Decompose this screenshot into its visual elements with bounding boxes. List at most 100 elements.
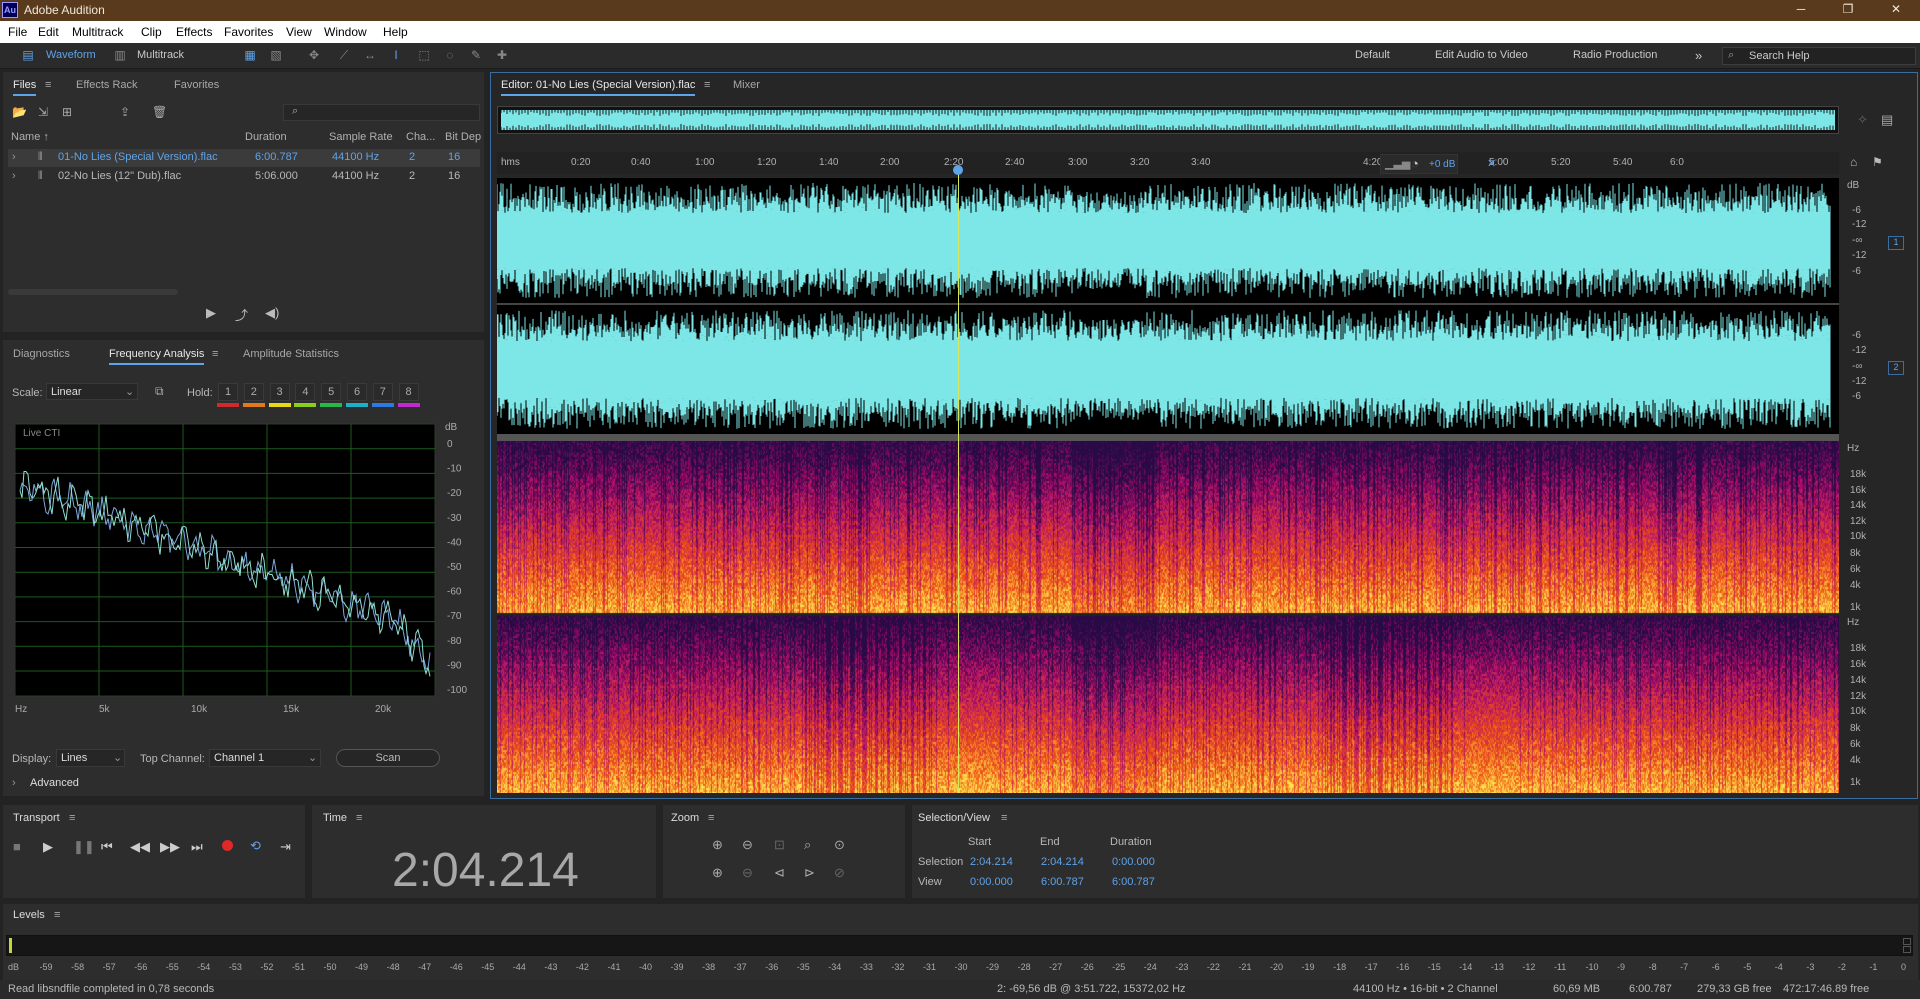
top-channel-select[interactable]: Channel 1 ⌄ — [209, 749, 321, 767]
waveform-button[interactable]: Waveform — [46, 47, 96, 64]
selection-duration[interactable]: 0:00.000 — [1112, 856, 1155, 868]
menu-file[interactable]: File — [8, 25, 27, 39]
zoom-in-frequency-icon[interactable]: ⊕ — [712, 865, 723, 881]
editor-menu-icon[interactable]: ≡ — [704, 79, 710, 91]
view-end[interactable]: 6:00.787 — [1041, 876, 1084, 888]
hud-gain[interactable]: ▁▃▅ ◔ +0 dB — [1380, 154, 1458, 174]
hold-button-4[interactable]: 4 — [295, 383, 316, 401]
channel-1-badge[interactable]: 1 — [1888, 236, 1904, 250]
selection-end[interactable]: 2:04.214 — [1041, 856, 1084, 868]
overview-bar[interactable] — [497, 106, 1839, 134]
menu-multitrack[interactable]: Multitrack — [72, 25, 123, 39]
tab-diagnostics[interactable]: Diagnostics — [13, 348, 70, 360]
workspace-radio-production[interactable]: Radio Production — [1573, 47, 1657, 64]
spectral-pitch-icon[interactable]: ▧ — [268, 48, 284, 62]
slip-tool-icon[interactable]: ↔ — [362, 48, 378, 62]
zoom-menu-icon[interactable]: ≡ — [708, 812, 714, 824]
rewind-icon[interactable]: ◀◀ — [130, 839, 150, 855]
play-preview-icon[interactable]: ▶ — [206, 305, 216, 321]
view-duration[interactable]: 6:00.787 — [1112, 876, 1155, 888]
spectral-display[interactable] — [497, 441, 1839, 793]
display-select[interactable]: Lines ⌄ — [56, 749, 125, 767]
loop-preview-icon[interactable]: ⤴ — [235, 305, 248, 324]
spot-healing-tool-icon[interactable]: ✚ — [494, 48, 510, 62]
tab-frequency-analysis[interactable]: Frequency Analysis — [109, 348, 205, 365]
zoom-reset-time-icon[interactable]: ⊙ — [834, 837, 845, 853]
menu-clip[interactable]: Clip — [141, 25, 162, 39]
search-help-field[interactable]: ⌕ Search Help — [1722, 47, 1916, 65]
more-workspaces-button[interactable]: » — [1695, 47, 1702, 64]
new-file-icon[interactable]: ⊞ — [62, 105, 72, 119]
hold-button-5[interactable]: 5 — [321, 383, 342, 401]
insert-into-multitrack-icon[interactable]: ⇪ — [120, 105, 130, 119]
spectral-divider[interactable] — [497, 434, 1839, 441]
time-selection-tool-icon[interactable]: I — [388, 48, 404, 62]
current-time-display[interactable]: 2:04.214 — [392, 843, 579, 898]
file-row[interactable]: › ⫴ 01-No Lies (Special Version).flac 6:… — [8, 149, 480, 167]
tab-favorites[interactable]: Favorites — [174, 79, 219, 91]
copy-graph-icon[interactable]: ⧉ — [155, 384, 164, 399]
skip-selection-icon[interactable]: ⇥ — [280, 839, 291, 855]
gain-knob-icon[interactable]: ◔ — [1411, 156, 1419, 171]
razor-tool-icon[interactable]: ⟋ — [336, 48, 352, 62]
open-file-icon[interactable]: 📂 — [12, 105, 27, 119]
menu-window[interactable]: Window — [324, 25, 367, 39]
go-to-end-icon[interactable]: ⏭ — [191, 839, 203, 855]
time-menu-icon[interactable]: ≡ — [356, 812, 362, 824]
col-channels[interactable]: Cha... — [406, 131, 435, 143]
workspace-default[interactable]: Default — [1355, 47, 1390, 64]
zoom-to-in-point-icon[interactable]: ⊲ — [774, 865, 785, 881]
expand-icon[interactable]: › — [12, 170, 16, 182]
menu-favorites[interactable]: Favorites — [224, 25, 273, 39]
zoom-out-full-icon[interactable]: ⊘ — [834, 865, 845, 881]
workspace-edit-audio-video[interactable]: Edit Audio to Video — [1435, 47, 1528, 64]
multitrack-button[interactable]: Multitrack — [137, 47, 184, 64]
tab-effects-rack[interactable]: Effects Rack — [76, 79, 138, 91]
levels-menu-icon[interactable]: ≡ — [54, 909, 60, 921]
files-menu-icon[interactable]: ≡ — [45, 79, 51, 91]
clip-indicator-right[interactable] — [1903, 946, 1911, 953]
expand-icon[interactable]: › — [12, 151, 16, 163]
hold-button-2[interactable]: 2 — [243, 383, 264, 401]
selection-view-menu-icon[interactable]: ≡ — [1001, 812, 1007, 824]
loop-playback-icon[interactable]: ⟲ — [250, 838, 261, 854]
zoom-in-amplitude-icon[interactable]: ⊕ — [712, 837, 723, 853]
menu-view[interactable]: View — [286, 25, 312, 39]
lasso-tool-icon[interactable]: ◌ — [442, 48, 458, 62]
tab-amplitude-statistics[interactable]: Amplitude Statistics — [243, 348, 339, 360]
tab-mixer[interactable]: Mixer — [733, 79, 760, 91]
pause-button-icon[interactable]: ❚❚ — [73, 839, 95, 855]
record-button-icon[interactable] — [222, 840, 233, 851]
pin-hud-icon[interactable]: ✕ — [1487, 157, 1496, 170]
playhead-handle[interactable] — [953, 165, 963, 175]
menu-effects[interactable]: Effects — [176, 25, 212, 39]
selection-start[interactable]: 2:04.214 — [970, 856, 1013, 868]
hold-button-1[interactable]: 1 — [218, 383, 238, 401]
move-tool-icon[interactable]: ✥ — [306, 48, 322, 62]
clip-indicator-left[interactable] — [1903, 938, 1911, 945]
zoom-selection-icon[interactable]: ⊡ — [774, 837, 785, 853]
time-ruler[interactable]: hms 0:20 0:40 1:00 1:20 1:40 2:00 2:20 2:40 3:00… — [497, 152, 1839, 174]
tab-editor[interactable]: Editor: 01-No Lies (Special Version).fla… — [501, 79, 696, 96]
go-to-start-icon[interactable]: ⏮ — [101, 839, 113, 855]
zoom-in-time-icon[interactable]: ⌕ — [804, 837, 811, 853]
advanced-section[interactable]: Advanced — [30, 777, 79, 789]
close-button[interactable]: ✕ — [1886, 2, 1906, 16]
analysis-menu-icon[interactable]: ≡ — [212, 348, 218, 360]
auto-play-icon[interactable]: ◀) — [265, 305, 279, 321]
delete-file-icon[interactable]: 🗑 — [152, 105, 167, 119]
view-start[interactable]: 0:00.000 — [970, 876, 1013, 888]
files-search-input[interactable]: ⌕ — [283, 104, 480, 121]
tab-files[interactable]: Files — [13, 79, 37, 96]
playhead[interactable] — [958, 165, 959, 793]
zoom-reset-icon[interactable]: ✧ — [1857, 112, 1868, 128]
menu-edit[interactable]: Edit — [38, 25, 59, 39]
menu-help[interactable]: Help — [383, 25, 408, 39]
minimize-button[interactable]: ─ — [1791, 2, 1811, 16]
col-duration[interactable]: Duration — [245, 131, 287, 143]
display-options-icon[interactable]: ▤ — [1881, 112, 1893, 128]
col-bit-depth[interactable]: Bit Dep — [445, 131, 481, 143]
zoom-out-frequency-icon[interactable]: ⊖ — [742, 865, 753, 881]
advanced-expand-icon[interactable]: › — [12, 777, 16, 789]
hold-button-6[interactable]: 6 — [347, 383, 367, 401]
